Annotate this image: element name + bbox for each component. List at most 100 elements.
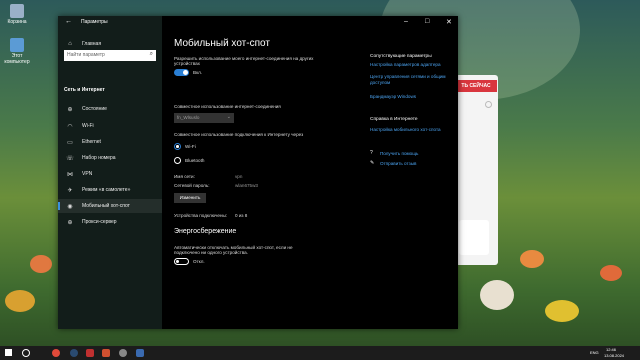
sidebar-item-label: Wi-Fi [82,123,94,129]
desktop-icon-label: Корзина [7,19,27,25]
background-browser-window[interactable]: ТЬ СЕЙЧАС [455,75,498,265]
connected-value: 0 из 8 [235,213,248,218]
promo-button[interactable]: ТЬ СЕЙЧАС [455,80,497,92]
desktop-icon-recycle-bin[interactable]: Корзина [4,4,30,25]
sidebar-item-label: Режим «в самолете» [82,187,131,193]
app-icon[interactable] [136,349,144,357]
desktop-icon-label: Этот компьютер [4,53,30,65]
minimize-button[interactable]: – [404,18,408,25]
search-placeholder: Найти параметр [67,52,105,58]
globe-icon: ⊕ [67,219,73,226]
sidebar-item-label: Состояние [82,106,107,112]
radio-bluetooth[interactable] [174,157,181,164]
globe-icon: ⊕ [67,106,73,113]
radio-wifi-label: Wi-Fi [185,144,196,149]
chevron-down-icon: ⌄ [226,114,231,120]
network-name-value: vpn [235,174,243,179]
share-toggle-label: Вкл. [193,70,203,75]
power-section-title: Энергосбережение [174,228,237,235]
toggle-knob [183,70,188,75]
tray-time[interactable]: 12:46 [606,347,616,352]
home-icon: ⌂ [68,41,72,47]
network-name-label: Имя сети: [174,174,195,179]
app-icon[interactable] [86,349,94,357]
desktop-icon-this-pc[interactable]: Этот компьютер [4,38,30,65]
vpn-icon: ⋈ [67,171,73,178]
share-from-value: fn_Wlsuslo [177,115,200,120]
sidebar-item-ethernet[interactable]: ▭ Ethernet [58,135,162,149]
wifi-icon: ◠ [67,123,73,130]
share-toggle[interactable] [174,69,189,76]
radio-wifi[interactable] [174,143,181,150]
title-bar: ← Параметры – □ ✕ [58,16,458,30]
computer-icon [10,38,24,52]
browser-content-card [459,220,489,255]
share-from-label: Совместное использование интернет-соедин… [174,104,281,109]
power-description-cont: подключено ни одного устройства. [174,250,248,255]
sidebar-item-proxy[interactable]: ⊕ Прокси-сервер [58,215,162,229]
connected-label: Устройства подключены: [174,213,228,218]
settings-window: ← Параметры – □ ✕ ⌂ Главная Найти параме… [58,16,458,329]
change-button[interactable]: Изменить [174,193,206,203]
sidebar-item-wifi[interactable]: ◠ Wi-Fi [58,119,162,133]
link-network-center-cont[interactable]: доступом [370,80,390,85]
phone-icon: ☏ [66,155,74,162]
airplane-icon: ✈ [67,187,73,194]
sidebar-item-home[interactable]: ⌂ Главная [58,37,162,51]
steam-icon[interactable] [70,349,78,357]
chrome-icon[interactable] [52,349,60,357]
share-over-label: Совместное использование подключения к И… [174,132,304,137]
help-icon: ? [370,150,373,156]
network-password-label: Сетевой пароль: [174,183,210,188]
help-header: Справка в Интернете [370,117,418,122]
sidebar-item-label: Ethernet [82,139,101,145]
start-icon[interactable] [5,349,12,356]
settings-gear-icon[interactable] [119,349,127,357]
sidebar-item-vpn[interactable]: ⋈ VPN [58,167,162,181]
share-from-dropdown[interactable]: fn_Wlsuslo ⌄ [174,113,234,123]
power-toggle[interactable] [174,258,189,265]
link-network-center[interactable]: Центр управления сетями и общим [370,74,446,79]
feedback-icon: ✎ [370,160,375,166]
wallpaper-flower [520,250,544,268]
close-button[interactable]: ✕ [446,18,452,26]
wallpaper-flower [30,255,52,273]
ethernet-icon: ▭ [67,139,73,146]
recycle-bin-icon [10,4,24,18]
wallpaper-flower [600,265,622,281]
link-get-help[interactable]: Получить помощь [380,151,418,156]
sidebar-item-status[interactable]: ⊕ Состояние [58,102,162,116]
page-title: Мобильный хот-спот [174,38,270,49]
sidebar-item-airplane[interactable]: ✈ Режим «в самолете» [58,183,162,197]
maximize-button[interactable]: □ [425,18,429,25]
app-icon[interactable] [102,349,110,357]
sidebar-item-label: Набор номера [82,155,116,161]
sidebar-section-header: Сеть и Интернет [64,87,105,93]
wallpaper-flower [5,290,35,312]
link-adapter-settings[interactable]: Настройка параметров адаптера [370,62,441,67]
sidebar-item-hotspot[interactable]: ◉ Мобильный хот-спот [58,199,162,213]
tray-language[interactable]: ENG [590,350,599,355]
toggle-knob [176,260,179,263]
wallpaper-flower [545,300,579,322]
power-toggle-label: Откл. [193,259,205,264]
tray-date[interactable]: 13.08.2024 [604,353,624,358]
sidebar-item-dialup[interactable]: ☏ Набор номера [58,151,162,165]
link-hotspot-help[interactable]: Настройка мобильного хот-спота [370,127,441,132]
hotspot-icon: ◉ [67,203,73,210]
link-feedback[interactable]: Отправить отзыв [380,161,416,166]
back-arrow-icon[interactable]: ← [65,18,72,25]
taskbar: ENG 12:46 13.08.2024 [0,346,640,360]
sidebar-item-label: VPN [82,171,93,177]
sidebar-item-label: Прокси-сервер [82,219,117,225]
browser-close-icon[interactable] [485,101,492,108]
radio-bluetooth-label: Bluetooth [185,158,205,163]
search-icon[interactable] [22,349,30,357]
link-firewall[interactable]: Брандмауэр Windows [370,94,416,99]
search-input[interactable]: Найти параметр ⌕ [64,50,156,61]
sidebar-item-label: Главная [82,41,102,47]
related-settings-header: Сопутствующие параметры [370,54,432,59]
search-icon: ⌕ [149,51,153,57]
share-description-cont: устройствах [174,61,200,66]
network-password-value: wlan675w3 [235,183,258,188]
